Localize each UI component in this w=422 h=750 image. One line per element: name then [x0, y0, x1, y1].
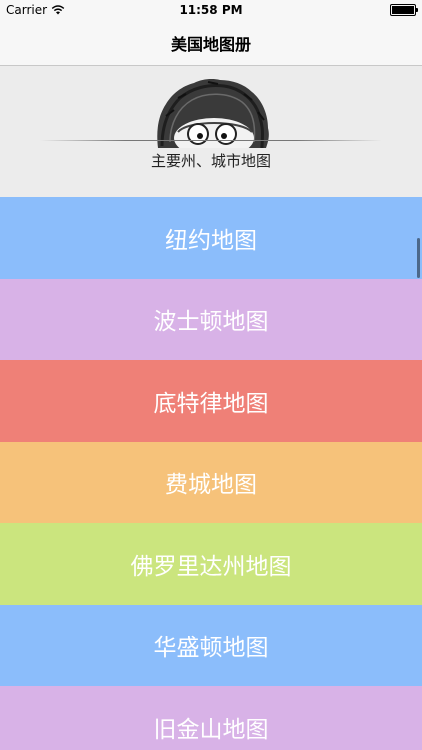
list-item-new-york-map[interactable]: 纽约地图: [0, 197, 422, 279]
list-item-label: 佛罗里达州地图: [130, 553, 292, 580]
navigation-bar: 美国地图册: [0, 20, 422, 66]
list-item-detroit-map[interactable]: 底特律地图: [0, 360, 422, 442]
list-header: 主要州、城市地图: [0, 66, 422, 197]
list-item-boston-map[interactable]: 波士顿地图: [0, 278, 422, 360]
list-item-label: 底特律地图: [153, 390, 269, 417]
list-item-label: 旧金山地图: [153, 716, 269, 743]
app-screen: Carrier 11:58 PM 美国地图册 主要州、城市地图 纽约地图 波士顿…: [0, 0, 422, 750]
ground-line: [40, 140, 382, 141]
city-map-list: 纽约地图 波士顿地图 底特律地图 费城地图 佛罗里达州地图 华盛顿地图 旧金山地…: [0, 197, 422, 750]
list-item-washington-map[interactable]: 华盛顿地图: [0, 604, 422, 686]
status-bar: Carrier 11:58 PM: [0, 0, 422, 20]
page-title: 美国地图册: [170, 34, 251, 54]
list-item-label: 波士顿地图: [153, 309, 269, 336]
list-item-san-francisco-map[interactable]: 旧金山地图: [0, 686, 422, 750]
battery-icon: [390, 4, 418, 16]
list-item-florida-map[interactable]: 佛罗里达州地图: [0, 523, 422, 605]
list-item-philadelphia-map[interactable]: 费城地图: [0, 441, 422, 523]
vertical-scrollbar[interactable]: [417, 238, 420, 278]
status-time: 11:58 PM: [179, 3, 243, 17]
header-caption: 主要州、城市地图: [150, 152, 271, 170]
list-item-label: 纽约地图: [165, 227, 257, 254]
list-item-label: 费城地图: [165, 472, 257, 499]
cartoon-mascot-icon: [157, 79, 269, 148]
list-item-label: 华盛顿地图: [153, 635, 269, 662]
